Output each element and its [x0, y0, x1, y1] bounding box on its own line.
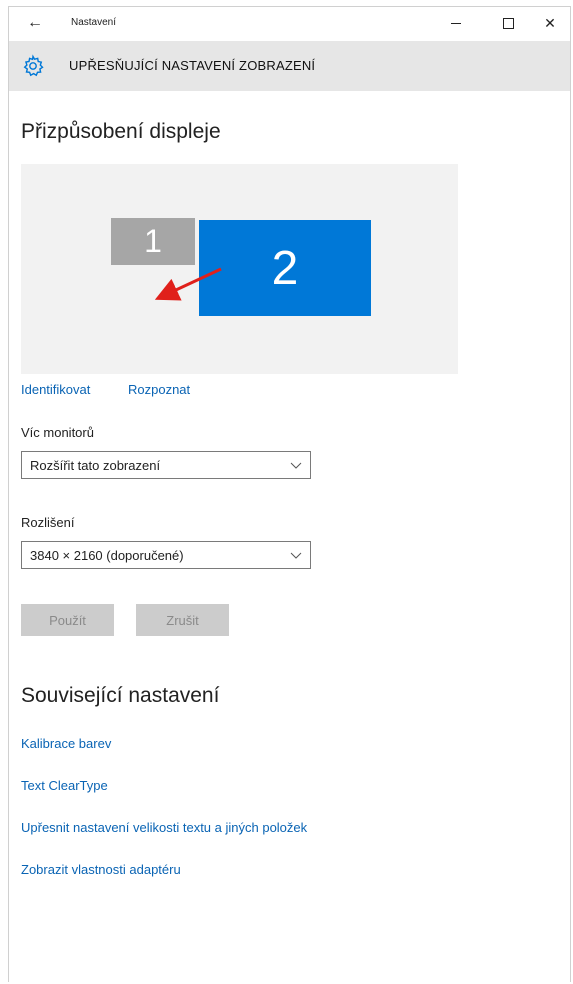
settings-window: ← Nastavení ✕ UPŘESŇUJÍCÍ NASTAVENÍ ZOBR… [8, 6, 571, 982]
window-title: Nastavení [71, 17, 117, 28]
related-settings-title: Související nastavení [21, 684, 220, 707]
related-link-advanced-text-size[interactable]: Upřesnit nastavení velikosti textu a jin… [21, 820, 307, 835]
close-icon: ✕ [544, 14, 556, 31]
back-button[interactable]: ← [23, 11, 47, 35]
minimize-button[interactable] [441, 11, 471, 35]
display-section-title: Přizpůsobení displeje [21, 120, 221, 143]
multiple-monitors-dropdown[interactable]: Rozšířit tato zobrazení [21, 451, 311, 479]
resolution-value: 3840 × 2160 (doporučené) [30, 548, 184, 563]
resolution-dropdown[interactable]: 3840 × 2160 (doporučené) [21, 541, 311, 569]
multiple-monitors-label: Víc monitorů [21, 425, 94, 440]
cancel-button[interactable]: Zrušit [136, 604, 229, 636]
chevron-down-icon [290, 462, 302, 469]
apply-button[interactable]: Použít [21, 604, 114, 636]
maximize-icon [502, 17, 514, 29]
title-bar: ← Nastavení ✕ [9, 7, 570, 41]
display-arrangement-area: 1 2 [21, 164, 458, 374]
resolution-label: Rozlišení [21, 515, 75, 530]
page-title: UPŘESŇUJÍCÍ NASTAVENÍ ZOBRAZENÍ [69, 58, 316, 73]
identify-link[interactable]: Identifikovat [21, 382, 90, 397]
detect-link[interactable]: Rozpoznat [128, 382, 190, 397]
related-link-color-calibration[interactable]: Kalibrace barev [21, 736, 111, 751]
close-button[interactable]: ✕ [535, 11, 565, 35]
multiple-monitors-value: Rozšířit tato zobrazení [30, 458, 161, 473]
minimize-icon [451, 22, 461, 24]
related-link-cleartype[interactable]: Text ClearType [21, 778, 108, 793]
arrow-left-icon: ← [27, 14, 43, 31]
chevron-down-icon [290, 552, 302, 559]
maximize-button[interactable] [493, 11, 523, 35]
red-arrow-annotation [154, 267, 222, 301]
gear-icon [23, 54, 44, 77]
page-header: UPŘESŇUJÍCÍ NASTAVENÍ ZOBRAZENÍ [9, 41, 570, 91]
related-link-adapter-properties[interactable]: Zobrazit vlastnosti adaptéru [21, 862, 181, 877]
